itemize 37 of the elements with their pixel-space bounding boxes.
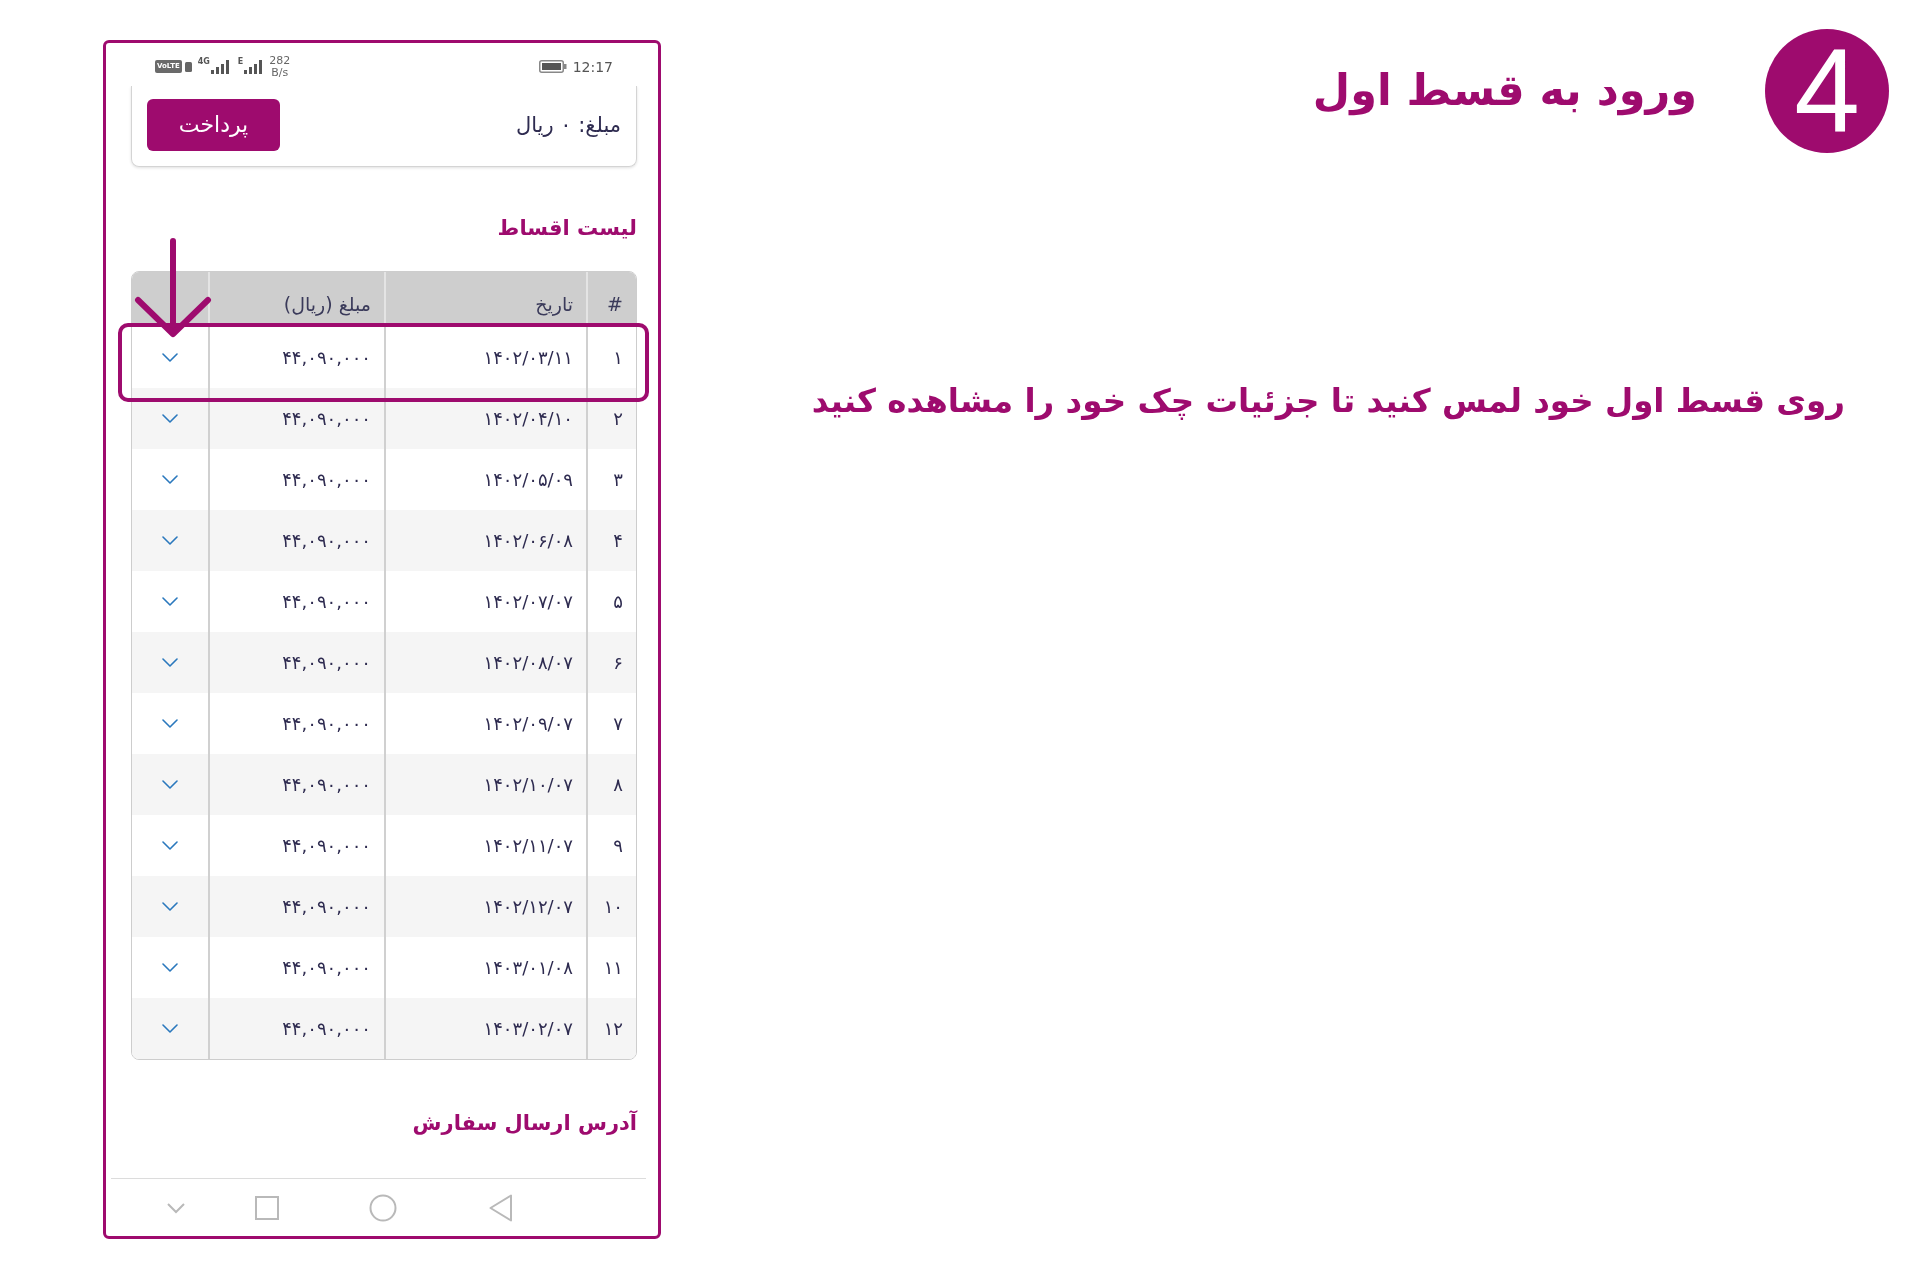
installment-row[interactable]: ۲ ۱۴۰۲/۰۴/۱۰ ۴۴,۰۹۰,۰۰۰	[132, 388, 636, 449]
chevron-down-icon[interactable]	[162, 353, 178, 362]
amount-cell: ۴۴,۰۹۰,۰۰۰	[208, 998, 384, 1059]
network-speed-unit: B/s	[271, 66, 289, 79]
step-number-badge: 4	[1765, 29, 1889, 153]
date-cell: ۱۴۰۳/۰۲/۰۷	[384, 998, 586, 1059]
chevron-down-icon[interactable]	[162, 536, 178, 545]
clock-time: 12:17	[572, 58, 613, 75]
section-title: آدرس ارسال سفارش	[411, 1109, 637, 1137]
chevron-down-icon[interactable]	[162, 719, 178, 728]
pay-button[interactable]: پرداخت	[147, 98, 280, 151]
network-speed-value: 282	[269, 54, 291, 67]
chevron-down-icon[interactable]	[162, 658, 178, 667]
chevron-down-icon[interactable]	[162, 475, 178, 484]
installment-row[interactable]: ۱۰ ۱۴۰۲/۱۲/۰۷ ۴۴,۰۹۰,۰۰۰	[132, 876, 636, 937]
row-number-cell: ۱۲	[586, 998, 636, 1059]
step-title: ورود به قسط اول	[1312, 64, 1697, 118]
installment-row[interactable]: ۱۲ ۱۴۰۳/۰۲/۰۷ ۴۴,۰۹۰,۰۰۰	[132, 998, 636, 1059]
signal-icon	[210, 59, 229, 74]
instruction-text: روی قسط اول خود لمس کنید تا جزئیات چک خود را مشاهده کنید	[811, 381, 1845, 422]
chevron-down-icon[interactable]	[162, 841, 178, 850]
chevron-down-icon[interactable]	[162, 597, 178, 606]
section-title: لیست اقساط	[496, 215, 637, 242]
network-type-label: E	[237, 56, 244, 66]
installment-row[interactable]: ۶ ۱۴۰۲/۰۸/۰۷ ۴۴,۰۹۰,۰۰۰	[132, 632, 636, 693]
chevron-down-icon[interactable]	[162, 1024, 178, 1033]
installment-row[interactable]: ۸ ۱۴۰۲/۱۰/۰۷ ۴۴,۰۹۰,۰۰۰	[132, 754, 636, 815]
chevron-down-icon[interactable]	[162, 780, 178, 789]
chevron-down-icon[interactable]	[162, 963, 178, 972]
amount-label: مبلغ: ۰ ریال	[515, 112, 621, 137]
sim-icon	[184, 61, 192, 72]
chevron-down-icon[interactable]	[162, 902, 178, 911]
battery-icon	[538, 60, 567, 73]
network-type-label: 4G	[197, 56, 210, 66]
signal-icon	[244, 59, 263, 74]
installment-row[interactable]: ۴ ۱۴۰۲/۰۶/۰۸ ۴۴,۰۹۰,۰۰۰	[132, 510, 636, 571]
chevron-down-icon[interactable]	[162, 414, 178, 423]
